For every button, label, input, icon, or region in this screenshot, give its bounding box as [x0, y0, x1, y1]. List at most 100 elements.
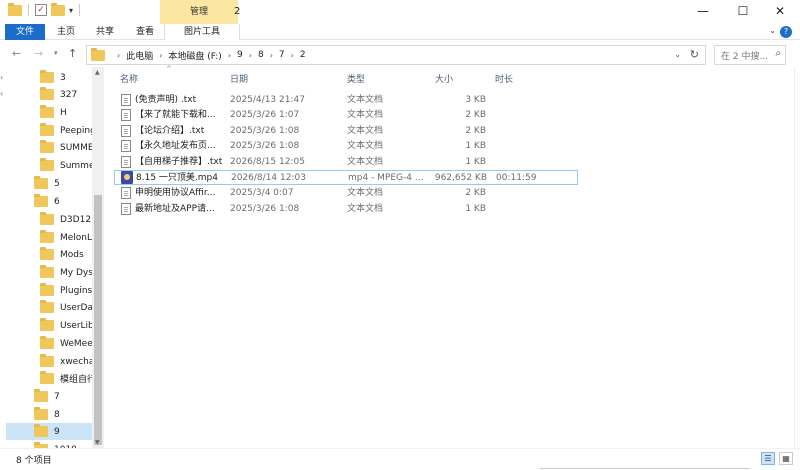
navigation-pane: › ‹ 3 327 H Peeping SUMME Summer 5 6 D3D…	[0, 67, 104, 448]
up-arrow-icon[interactable]: ↑	[68, 47, 77, 60]
breadcrumb-this-pc[interactable]: 此电脑	[126, 49, 153, 62]
file-row[interactable]: 【论坛介绍】.txt 2025/3/26 1:08 文本文档 2 KB	[114, 124, 578, 139]
large-icons-view-icon[interactable]: ▦	[779, 452, 793, 465]
file-name: 8.15 一只顶美.mp4	[136, 173, 218, 183]
folder-icon	[40, 247, 54, 260]
tree-item-label: D3D12	[60, 214, 92, 225]
breadcrumb-separator-icon[interactable]: ›	[159, 51, 162, 60]
refresh-icon[interactable]: ↻	[690, 48, 699, 61]
item-count: 8 个项目	[16, 456, 52, 466]
file-row[interactable]: (免责声明) .txt 2025/4/13 21:47 文本文档 3 KB	[114, 93, 578, 108]
tab-share[interactable]: 共享	[88, 24, 122, 40]
file-row[interactable]: 最新地址及APP请... 2025/3/26 1:08 文本文档 1 KB	[114, 202, 578, 217]
tree-item-wemeet[interactable]: WeMeet	[40, 335, 96, 352]
tree-item-d3d12[interactable]: D3D12	[40, 211, 91, 228]
folder-icon	[40, 354, 54, 367]
tree-item-melonloader[interactable]: MelonLo	[40, 229, 97, 246]
tab-view[interactable]: 查看	[128, 24, 162, 40]
file-row[interactable]: 【自用梯子推荐】.txt 2026/8/15 12:05 文本文档 1 KB	[114, 155, 578, 170]
breadcrumb-separator-icon[interactable]: ›	[291, 51, 294, 60]
tree-item-userlibs[interactable]: UserLibs	[40, 317, 98, 334]
expand-ribbon-chevron-icon[interactable]: ⌄	[769, 26, 776, 35]
column-header-size[interactable]: 大小	[435, 72, 453, 85]
customize-toolbar-chevron-icon[interactable]: ▾	[69, 6, 73, 15]
tree-item-mods[interactable]: Mods	[40, 246, 84, 263]
breadcrumb-separator-icon[interactable]: ›	[270, 51, 273, 60]
file-date: 2026/8/14 12:03	[231, 173, 306, 183]
tree-item-6[interactable]: 6	[34, 193, 60, 210]
file-size: 1 KB	[465, 204, 486, 214]
file-date: 2026/8/15 12:05	[230, 157, 305, 167]
breadcrumb-folder-7[interactable]: 7	[279, 50, 285, 60]
tree-item-label: H	[60, 107, 67, 118]
tree-item-my-dyst[interactable]: My Dyst	[40, 264, 96, 281]
help-icon[interactable]: ?	[780, 26, 792, 38]
tree-item-label: 模组自行	[60, 375, 97, 385]
file-row[interactable]: 【来了就能下载和... 2025/3/26 1:07 文本文档 2 KB	[114, 108, 578, 123]
background-window-edge	[794, 67, 800, 448]
tree-item-xwechat[interactable]: xwechat	[40, 353, 98, 370]
details-view-icon[interactable]: ☰	[761, 452, 775, 465]
column-header-type[interactable]: 类型	[347, 72, 365, 85]
tree-item-label: 5	[54, 178, 60, 189]
tree-item-h[interactable]: H	[40, 104, 67, 121]
forward-arrow-icon[interactable]: →	[34, 47, 43, 60]
navigation-pane-scrollbar[interactable]: ▲ ▼	[92, 67, 104, 448]
tree-item-7[interactable]: 7	[34, 388, 60, 405]
column-header-duration[interactable]: 时长	[495, 72, 513, 85]
manage-context-tab[interactable]: 管理	[160, 0, 238, 24]
tab-file[interactable]: 文件	[5, 24, 45, 40]
properties-icon[interactable]: ✓	[35, 4, 47, 16]
close-button[interactable]: ✕	[757, 0, 800, 24]
file-row[interactable]: 【永久地址发布页... 2025/3/26 1:08 文本文档 1 KB	[114, 139, 578, 154]
breadcrumb-folder-9[interactable]: 9	[237, 50, 243, 60]
tab-home[interactable]: 主页	[49, 24, 83, 40]
tree-item-mod-folder[interactable]: 模组自行	[40, 370, 96, 387]
tree-item-5[interactable]: 5	[34, 175, 60, 192]
scrollbar-thumb[interactable]	[94, 195, 102, 445]
breadcrumb-drive-f[interactable]: 本地磁盘 (F:)	[168, 49, 221, 62]
ribbon-tabs: 文件 主页 共享 查看 图片工具 ⌄ ?	[0, 24, 800, 40]
tree-item-summer[interactable]: Summer	[40, 157, 98, 174]
file-type: 文本文档	[347, 126, 384, 136]
tree-item-plugins[interactable]: Plugins	[40, 282, 92, 299]
column-header-name[interactable]: 名称	[120, 72, 138, 85]
folder-icon	[40, 212, 54, 225]
tree-item-label: Peeping	[60, 125, 96, 136]
address-history-chevron-icon[interactable]: ⌄	[674, 50, 681, 59]
column-header-date[interactable]: 日期	[230, 72, 248, 85]
tree-item-peeping[interactable]: Peeping	[40, 122, 96, 139]
breadcrumb-separator-icon[interactable]: ›	[117, 51, 120, 60]
file-name: 【自用梯子推荐】.txt	[135, 157, 223, 167]
new-folder-icon[interactable]	[51, 2, 65, 16]
tree-item-1010[interactable]: 1010	[34, 441, 77, 448]
tree-item-9[interactable]: 9	[6, 423, 92, 440]
file-name: 【论坛介绍】.txt	[135, 126, 205, 136]
file-explorer-window: ✓ ▾ 管理 2 — ☐ ✕ 文件 主页 共享 查看 图片工具 ⌄ ? ← → …	[0, 0, 800, 470]
file-size: 2 KB	[465, 188, 486, 198]
tree-item-327[interactable]: 327	[40, 86, 77, 103]
tree-item-userdata[interactable]: UserDat	[40, 299, 97, 316]
file-date: 2025/3/26 1:08	[230, 126, 300, 136]
breadcrumb-separator-icon[interactable]: ›	[228, 51, 231, 60]
tree-item-8[interactable]: 8	[34, 406, 60, 423]
tree-item-3[interactable]: 3	[40, 69, 66, 86]
file-name: 最新地址及APP请...	[135, 204, 215, 214]
folder-icon	[40, 371, 54, 384]
breadcrumb-separator-icon[interactable]: ›	[249, 51, 252, 60]
tab-picture-tools[interactable]: 图片工具	[164, 24, 240, 40]
breadcrumb-folder-2[interactable]: 2	[300, 50, 306, 60]
video-file-icon	[121, 171, 133, 184]
search-input[interactable]: 在 2 中搜... ⌕	[714, 45, 786, 65]
recent-locations-chevron-icon[interactable]: ▾	[54, 49, 58, 57]
tree-item-summe[interactable]: SUMME	[40, 139, 94, 156]
search-icon[interactable]: ⌕	[775, 48, 781, 59]
scroll-down-arrow-icon[interactable]: ▼	[95, 439, 100, 446]
file-row-selected[interactable]: 8.15 一只顶美.mp4 2026/8/14 12:03 mp4 - MPEG…	[114, 170, 578, 185]
breadcrumb-folder-8[interactable]: 8	[258, 50, 264, 60]
file-row[interactable]: 申明使用协议Affir... 2025/3/4 0:07 文本文档 2 KB	[114, 186, 578, 201]
address-bar[interactable]: › 此电脑 › 本地磁盘 (F:) › 9 › 8 › 7 › 2 ⌄ ↻	[86, 45, 706, 65]
sort-ascending-icon: ^	[166, 65, 172, 73]
back-arrow-icon[interactable]: ←	[12, 47, 21, 60]
scroll-up-arrow-icon[interactable]: ▲	[95, 69, 100, 76]
